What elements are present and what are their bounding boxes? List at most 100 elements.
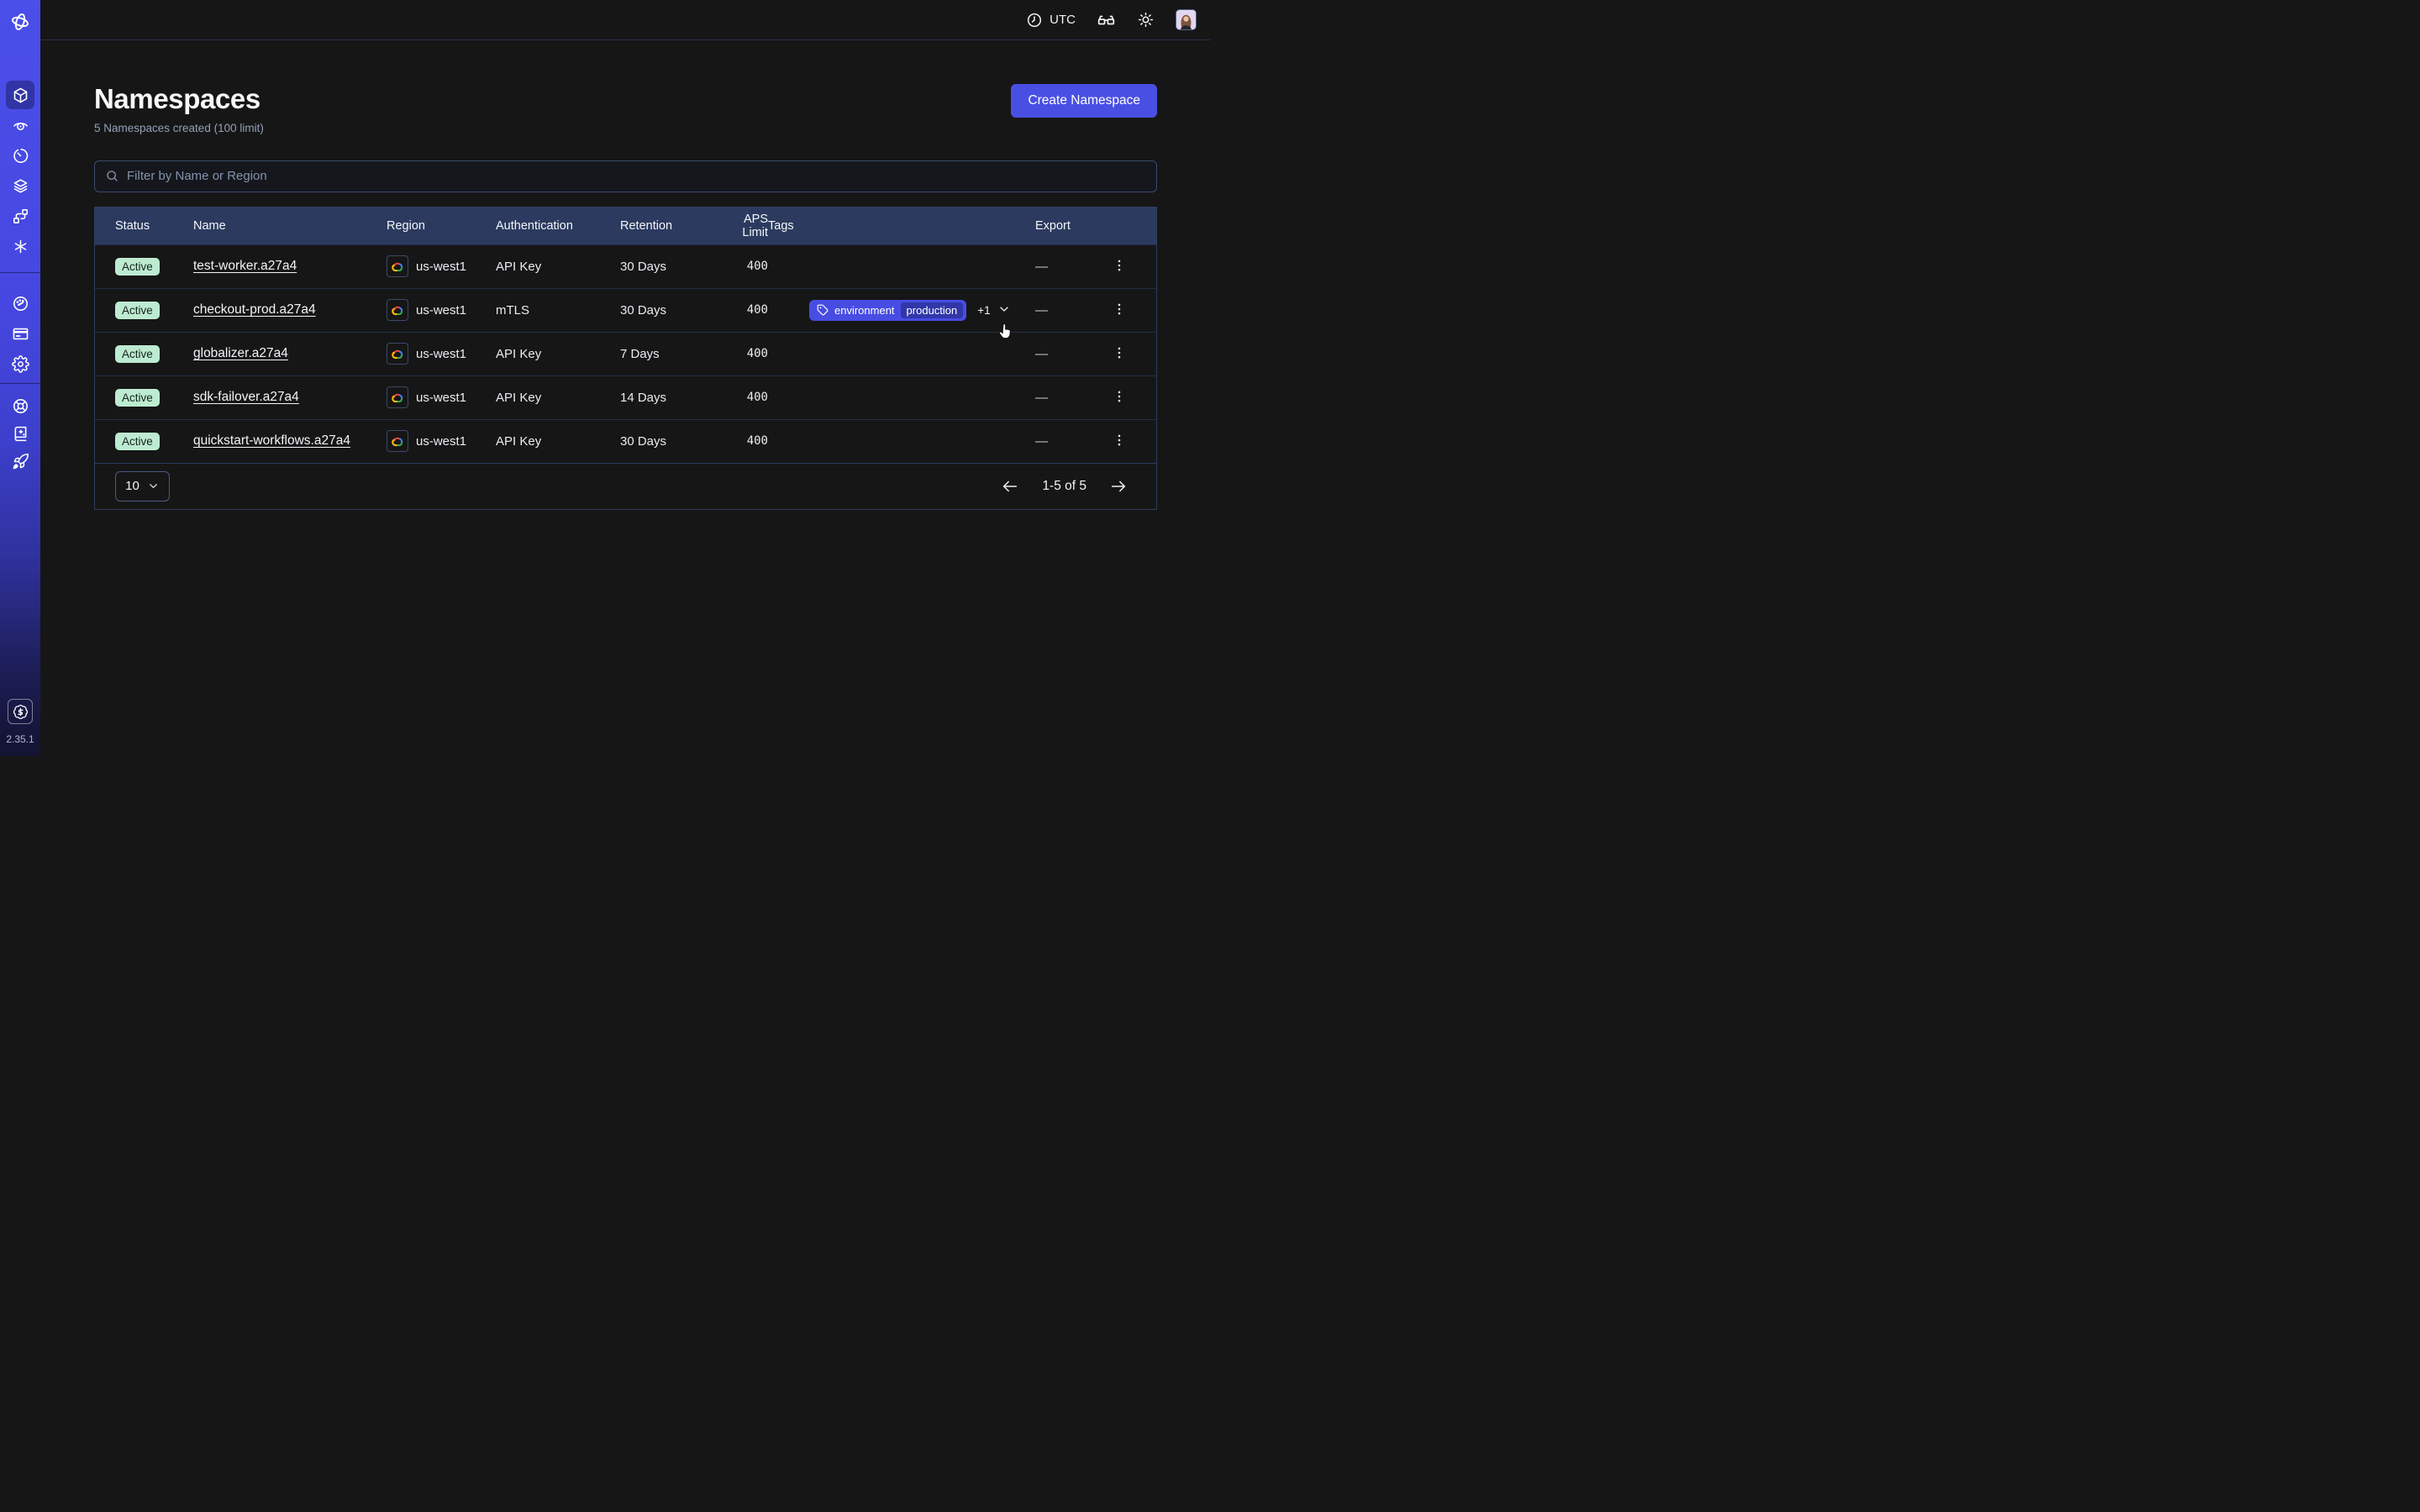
sidebar-nav-secondary — [6, 289, 34, 378]
page-subtitle: 5 Namespaces created (100 limit) — [94, 122, 264, 134]
column-header: APS Limit — [716, 213, 768, 239]
export-cell: — — [1035, 347, 1102, 361]
gcp-icon — [387, 343, 408, 365]
tag-value: production — [901, 302, 964, 318]
page-title: Namespaces — [94, 82, 264, 116]
create-namespace-button[interactable]: Create Namespace — [1011, 84, 1157, 118]
namespace-link[interactable]: sdk-failover.a27a4 — [193, 390, 299, 405]
sidebar-item-getting-started[interactable] — [6, 449, 34, 475]
page-size-select[interactable]: 10 — [115, 471, 170, 501]
app-version: 2.35.1 — [6, 733, 34, 745]
authentication-cell: API Key — [496, 391, 620, 405]
table-row: Active checkout-prod.a27a4 us-west1 mTLS… — [95, 288, 1156, 332]
glasses-icon[interactable] — [1097, 10, 1116, 29]
badge-dollar-icon — [13, 704, 29, 720]
status-badge: Active — [115, 302, 160, 319]
next-page-button[interactable] — [1109, 477, 1128, 496]
column-header: Authentication — [496, 219, 620, 233]
sidebar-item-billing[interactable] — [6, 319, 34, 348]
status-badge: Active — [115, 345, 160, 363]
aps-limit-cell: 400 — [716, 303, 768, 317]
tag-icon — [817, 304, 829, 316]
search-icon — [105, 169, 119, 183]
table-row: Active test-worker.a27a4 us-west1 API Ke… — [95, 244, 1156, 288]
sidebar-item-metrics[interactable] — [6, 289, 34, 318]
sidebar-item-environments[interactable] — [6, 171, 34, 200]
sidebar-item-support[interactable] — [6, 393, 34, 419]
status-badge: Active — [115, 389, 160, 407]
row-menu-button[interactable] — [1109, 255, 1129, 277]
row-menu-button[interactable] — [1109, 343, 1129, 365]
temporal-logo-icon — [9, 11, 31, 33]
status-badge: Active — [115, 258, 160, 276]
row-menu-button[interactable] — [1109, 430, 1129, 452]
table-row: Active globalizer.a27a4 us-west1 API Key… — [95, 332, 1156, 375]
namespace-link[interactable]: quickstart-workflows.a27a4 — [193, 433, 350, 449]
sun-icon[interactable] — [1137, 11, 1155, 29]
authentication-cell: API Key — [496, 260, 620, 274]
row-menu-button[interactable] — [1109, 386, 1129, 408]
export-cell: — — [1035, 303, 1102, 318]
column-header: Status — [115, 219, 193, 233]
region-label: us-west1 — [416, 347, 466, 361]
sidebar-item-services[interactable] — [6, 232, 34, 260]
previous-page-button[interactable] — [1001, 477, 1019, 496]
main-area: UTC Namespaces 5 Namespaces created (100… — [40, 0, 1210, 756]
region-label: us-west1 — [416, 303, 466, 318]
timezone-label: UTC — [1050, 13, 1076, 27]
filter-input[interactable] — [127, 169, 1146, 183]
retention-cell: 30 Days — [620, 260, 716, 274]
sidebar-divider — [0, 272, 40, 273]
column-header: Tags — [768, 219, 1035, 233]
table-footer: 10 1-5 of 5 — [95, 463, 1156, 509]
sidebar-item-namespaces[interactable] — [6, 81, 34, 109]
tag-more-count: +1 — [977, 304, 990, 317]
row-menu-button[interactable] — [1109, 299, 1129, 321]
authentication-cell: API Key — [496, 347, 620, 361]
timezone-selector[interactable]: UTC — [1026, 12, 1076, 29]
sidebar-divider — [0, 383, 40, 384]
table-row: Active quickstart-workflows.a27a4 us-wes… — [95, 419, 1156, 463]
table-body: Active test-worker.a27a4 us-west1 API Ke… — [95, 244, 1156, 463]
sidebar-item-settings[interactable] — [6, 349, 34, 378]
sidebar-item-docs[interactable] — [6, 421, 34, 447]
column-header: Region — [387, 219, 496, 233]
gcp-icon — [387, 430, 408, 452]
clock-icon — [1026, 12, 1043, 29]
region-label: us-west1 — [416, 260, 466, 274]
retention-cell: 30 Days — [620, 303, 716, 318]
tag-pill[interactable]: environment production — [809, 300, 966, 321]
sidebar-expand-button[interactable] — [13, 50, 28, 66]
sidebar-item-insights[interactable] — [6, 111, 34, 139]
namespace-link[interactable]: checkout-prod.a27a4 — [193, 302, 316, 318]
aps-limit-cell: 400 — [716, 347, 768, 360]
status-badge: Active — [115, 433, 160, 450]
page-content: Namespaces 5 Namespaces created (100 lim… — [40, 40, 1210, 510]
tags-expand-button[interactable] — [997, 302, 1012, 318]
credits-button[interactable] — [8, 699, 33, 724]
export-cell: — — [1035, 391, 1102, 405]
sidebar-item-deployments[interactable] — [6, 202, 34, 230]
user-avatar[interactable] — [1176, 9, 1197, 30]
tag-key: environment — [834, 304, 895, 317]
pagination-range-label: 1-5 of 5 — [1042, 479, 1086, 494]
aps-limit-cell: 400 — [716, 391, 768, 404]
filter-bar — [94, 160, 1157, 192]
gcp-icon — [387, 386, 408, 408]
topbar: UTC — [40, 0, 1210, 40]
namespace-link[interactable]: globalizer.a27a4 — [193, 346, 288, 361]
aps-limit-cell: 400 — [716, 260, 768, 273]
region-label: us-west1 — [416, 434, 466, 449]
page-size-value: 10 — [125, 479, 139, 493]
column-header: Export — [1035, 219, 1102, 233]
tags-cell: environment production +1 — [768, 300, 1035, 321]
authentication-cell: API Key — [496, 434, 620, 449]
retention-cell: 7 Days — [620, 347, 716, 361]
retention-cell: 30 Days — [620, 434, 716, 449]
table-row: Active sdk-failover.a27a4 us-west1 API K… — [95, 375, 1156, 419]
namespace-link[interactable]: test-worker.a27a4 — [193, 259, 297, 274]
column-header: Retention — [620, 219, 716, 233]
chevron-down-icon — [147, 480, 160, 492]
sidebar-item-usage[interactable] — [6, 141, 34, 170]
region-label: us-west1 — [416, 391, 466, 405]
